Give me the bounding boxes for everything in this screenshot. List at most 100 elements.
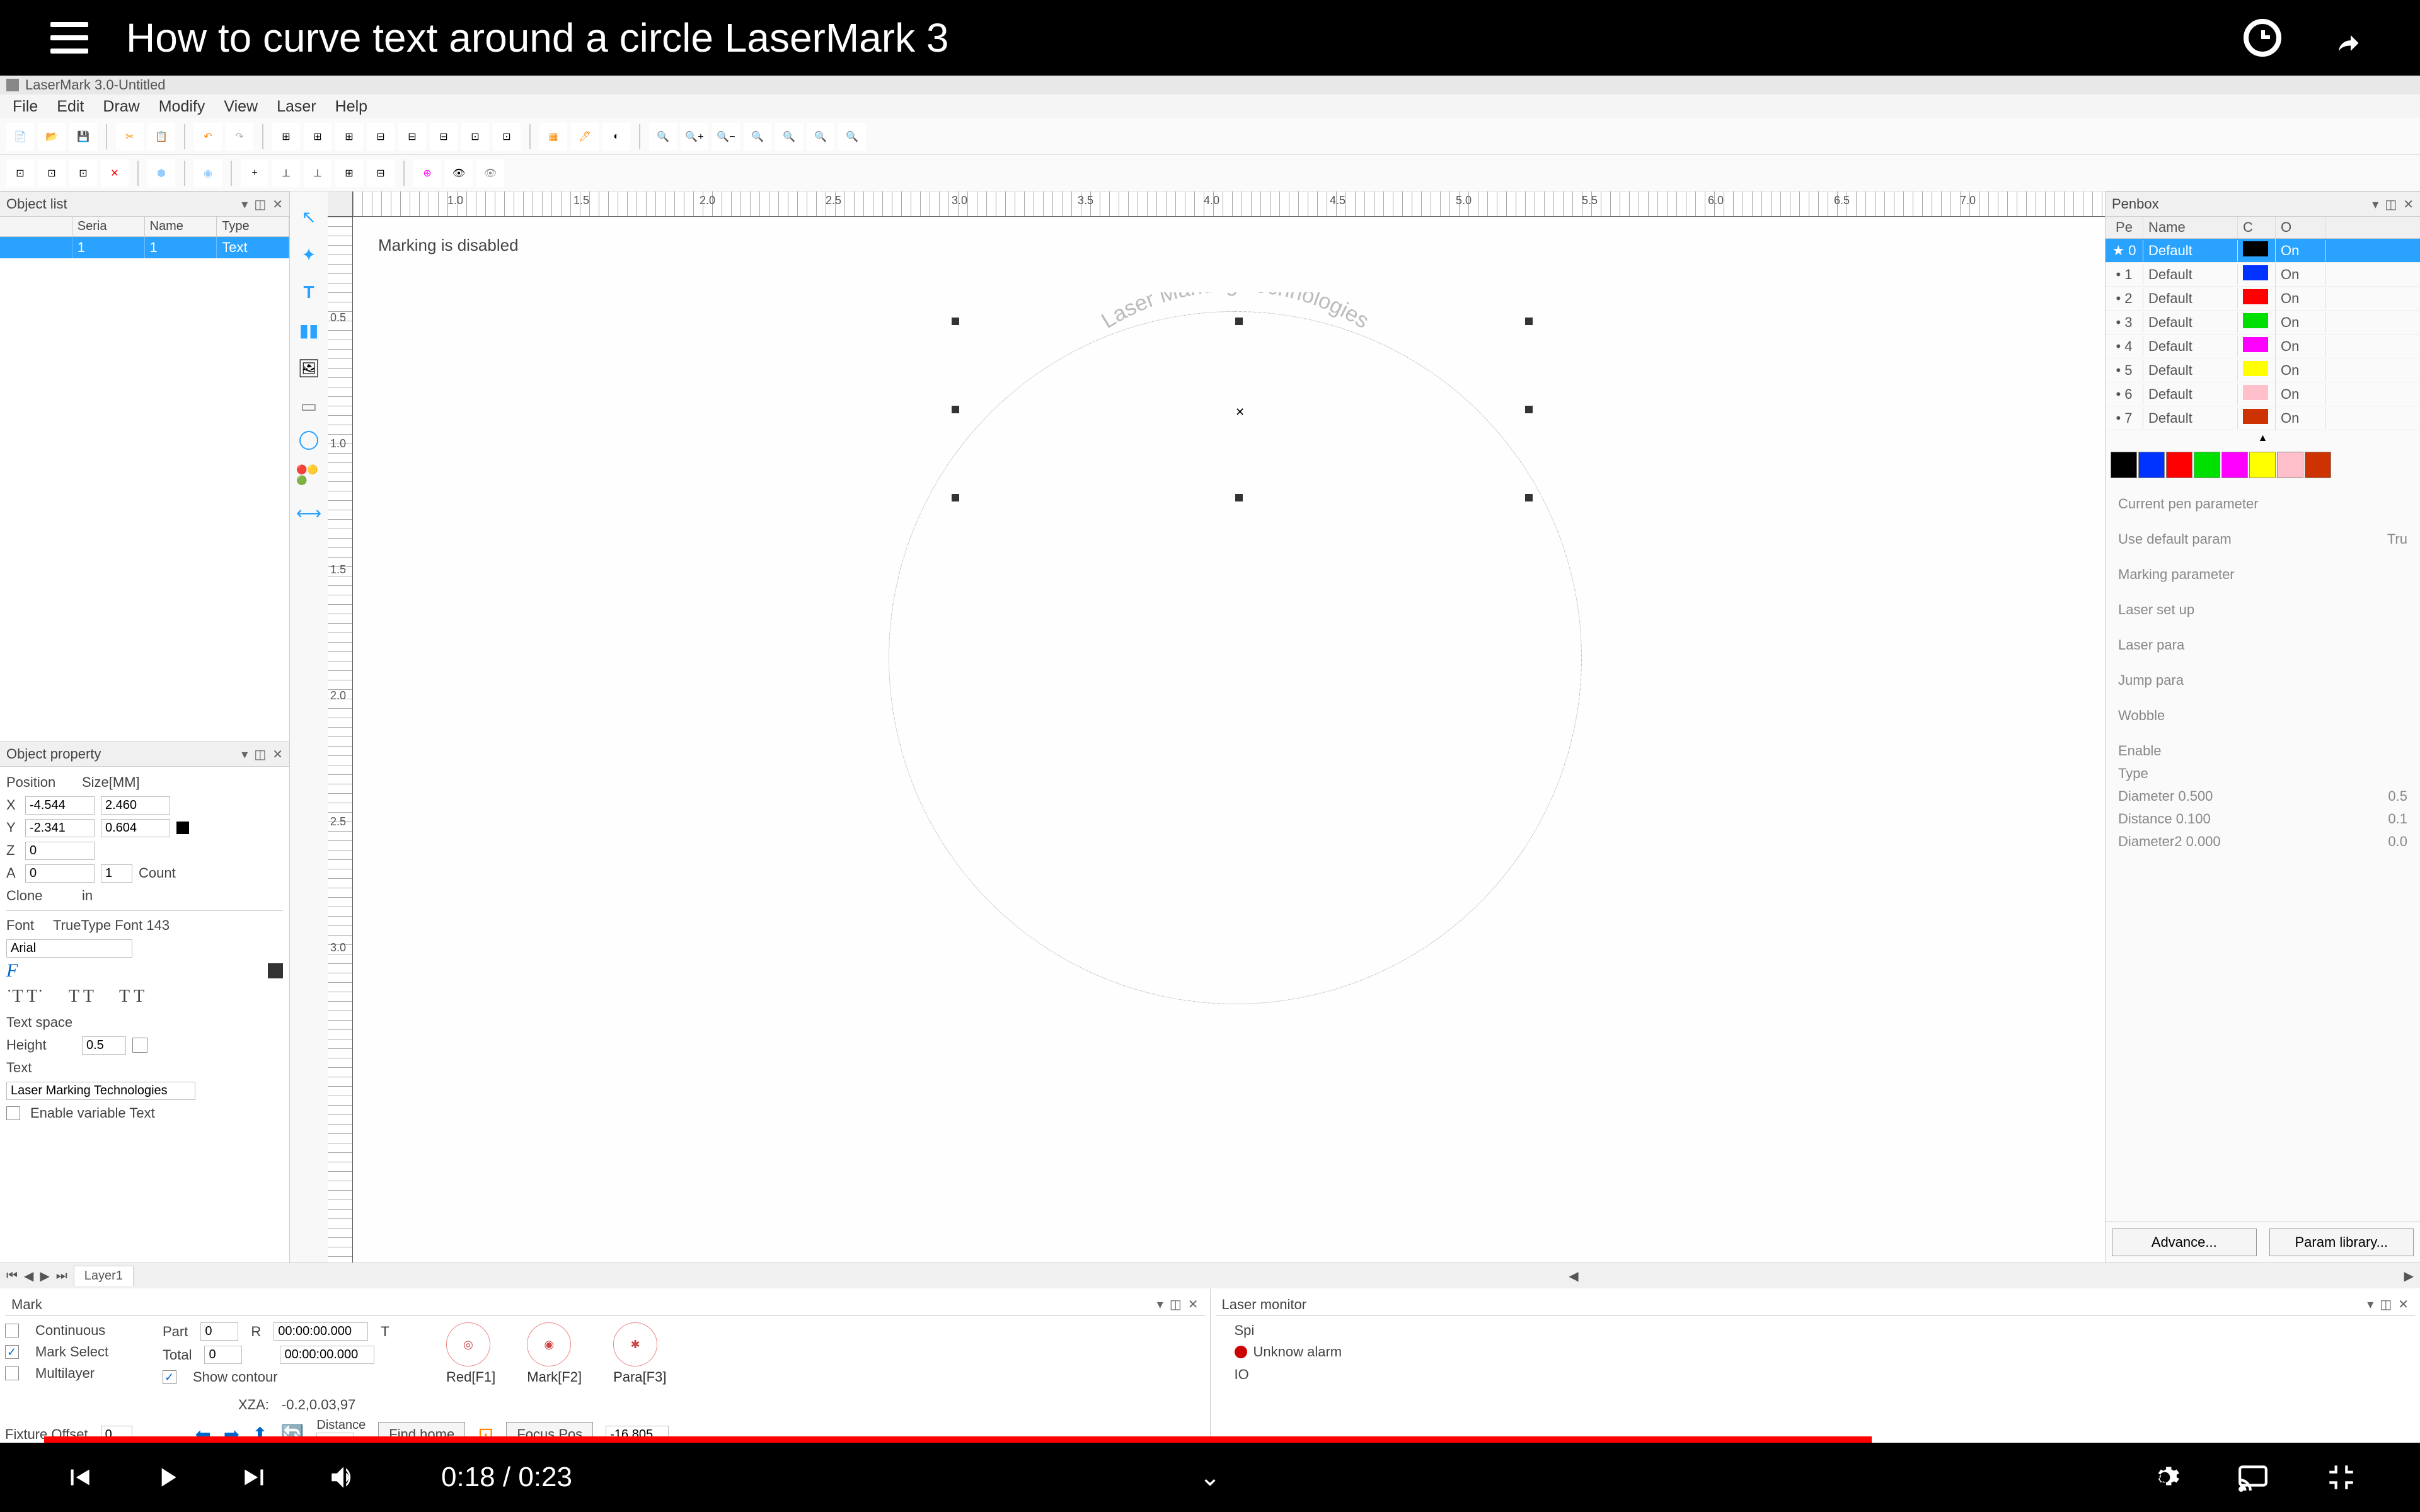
menu-help[interactable]: Help: [335, 98, 367, 116]
x-pos-input[interactable]: [25, 796, 95, 815]
color-swatch[interactable]: [2305, 452, 2331, 478]
hatch-icon[interactable]: ▦: [539, 123, 567, 151]
menu-laser[interactable]: Laser: [277, 98, 316, 116]
axes2-icon[interactable]: ⊥: [304, 159, 331, 187]
copy-icon[interactable]: 📋: [147, 123, 175, 151]
circle-tool-icon[interactable]: [299, 431, 318, 450]
close-icon[interactable]: ✕: [2403, 197, 2414, 212]
pin-icon[interactable]: ◫: [2385, 197, 2397, 212]
align-center-icon[interactable]: ⊞: [304, 123, 331, 151]
sel-handle-mr[interactable]: [1525, 406, 1533, 413]
scroll-left-icon[interactable]: ◀: [1569, 1268, 1578, 1284]
dropdown-icon[interactable]: ▾: [241, 197, 248, 212]
color-swatch[interactable]: [2166, 452, 2192, 478]
share-icon[interactable]: [2332, 22, 2370, 54]
watch-later-icon[interactable]: [2244, 19, 2281, 57]
close-icon[interactable]: ✕: [1188, 1297, 1199, 1312]
pen-row[interactable]: ★ 0DefaultOn: [2106, 239, 2420, 263]
pen-row[interactable]: • 4DefaultOn: [2106, 335, 2420, 358]
color-swatch[interactable]: [2221, 452, 2248, 478]
rect-icon[interactable]: ▭: [296, 393, 321, 418]
barcode-icon[interactable]: ▮▮: [296, 318, 321, 343]
distribute-h-icon[interactable]: ⊡: [461, 123, 489, 151]
part-input[interactable]: [200, 1322, 238, 1341]
menu-draw[interactable]: Draw: [103, 98, 139, 116]
align-bottom-icon[interactable]: ⊟: [430, 123, 458, 151]
menu-modify[interactable]: Modify: [159, 98, 205, 116]
zoom-in-icon[interactable]: 🔍+: [681, 123, 708, 151]
volume-icon[interactable]: [328, 1462, 359, 1493]
eye2-icon[interactable]: 👁: [476, 159, 504, 187]
dropdown-icon[interactable]: ▾: [241, 747, 248, 762]
dropdown-icon[interactable]: ▾: [2367, 1297, 2373, 1312]
color-swatch[interactable]: [2249, 452, 2276, 478]
total-time-input[interactable]: [280, 1346, 374, 1364]
collapse-icon[interactable]: ⊟: [367, 159, 395, 187]
y-pos-input[interactable]: [25, 819, 95, 837]
tab-nav-next[interactable]: ▶: [40, 1268, 49, 1284]
para-button[interactable]: ✱: [613, 1322, 657, 1366]
align-left-icon[interactable]: ⊞: [272, 123, 300, 151]
grid2-icon[interactable]: ⊡: [38, 159, 66, 187]
save-icon[interactable]: 💾: [69, 123, 97, 151]
grid3-icon[interactable]: ⊡: [69, 159, 97, 187]
enable-var-checkbox[interactable]: [6, 1106, 20, 1120]
video-progress[interactable]: [44, 1436, 1872, 1443]
menu-view[interactable]: View: [224, 98, 258, 116]
play-icon[interactable]: [151, 1462, 183, 1493]
sel-handle-tl[interactable]: [952, 318, 959, 325]
align-top-icon[interactable]: ⊟: [367, 123, 395, 151]
target-icon[interactable]: ⊕: [413, 159, 441, 187]
sel-handle-tc[interactable]: [1235, 318, 1243, 325]
tab-nav-prev[interactable]: ◀: [24, 1268, 33, 1284]
cast-icon[interactable]: [2237, 1462, 2269, 1493]
font-name-input[interactable]: [6, 939, 132, 958]
color-swatch[interactable]: [2277, 452, 2303, 478]
color-swatch[interactable]: [2138, 452, 2165, 478]
cylinder-icon[interactable]: ⬢: [147, 159, 175, 187]
x-size-input[interactable]: [101, 796, 170, 815]
next-icon[interactable]: [239, 1462, 271, 1493]
menu-edit[interactable]: Edit: [57, 98, 84, 116]
tab-nav-first[interactable]: ⏮: [6, 1269, 18, 1283]
color-chip[interactable]: [176, 822, 189, 834]
align-middle-icon[interactable]: ⊟: [398, 123, 426, 151]
edit-node-icon[interactable]: ✦: [296, 242, 321, 267]
dropdown-icon[interactable]: ▾: [1157, 1297, 1163, 1312]
zoom-prev-icon[interactable]: 🔍: [838, 123, 866, 151]
pin-icon[interactable]: ◫: [254, 197, 266, 212]
pen-row[interactable]: • 6DefaultOn: [2106, 382, 2420, 406]
pen-row[interactable]: • 5DefaultOn: [2106, 358, 2420, 382]
layer-tab[interactable]: Layer1: [74, 1266, 134, 1286]
pen-row[interactable]: • 1DefaultOn: [2106, 263, 2420, 287]
continuous-checkbox[interactable]: [5, 1324, 19, 1337]
sel-handle-tr[interactable]: [1525, 318, 1533, 325]
distribute-v-icon[interactable]: ⊡: [493, 123, 521, 151]
pen-row[interactable]: • 7DefaultOn: [2106, 406, 2420, 430]
prev-icon[interactable]: [63, 1462, 95, 1493]
tool2-icon[interactable]: ◐: [602, 123, 630, 151]
zoom-out-icon[interactable]: 🔍−: [712, 123, 740, 151]
fullscreen-exit-icon[interactable]: [2325, 1462, 2357, 1493]
total-input[interactable]: [204, 1346, 242, 1364]
z-input[interactable]: [25, 842, 95, 860]
scroll-right-icon[interactable]: ▶: [2404, 1268, 2414, 1284]
mark-button[interactable]: ◉: [527, 1322, 571, 1366]
show-contour-checkbox[interactable]: [163, 1370, 176, 1384]
pen-row[interactable]: • 2DefaultOn: [2106, 287, 2420, 311]
align-right-icon[interactable]: ⊞: [335, 123, 363, 151]
dropdown-icon[interactable]: ▾: [2372, 197, 2378, 212]
sel-handle-br[interactable]: [1525, 494, 1533, 501]
collapse-icon[interactable]: ⌄: [1199, 1463, 1221, 1492]
settings-icon[interactable]: [2149, 1462, 2181, 1493]
redo-icon[interactable]: ↷: [226, 123, 253, 151]
a-i-input[interactable]: [101, 864, 132, 883]
undo-icon[interactable]: ↶: [194, 123, 222, 151]
a-input[interactable]: [25, 864, 95, 883]
zoom-icon[interactable]: 🔍: [649, 123, 677, 151]
menu-file[interactable]: File: [13, 98, 38, 116]
eye-icon[interactable]: 👁: [445, 159, 473, 187]
tool-icon[interactable]: 🖊: [571, 123, 599, 151]
grid1-icon[interactable]: ⊡: [6, 159, 34, 187]
param-library-button[interactable]: Param library...: [2269, 1228, 2414, 1256]
